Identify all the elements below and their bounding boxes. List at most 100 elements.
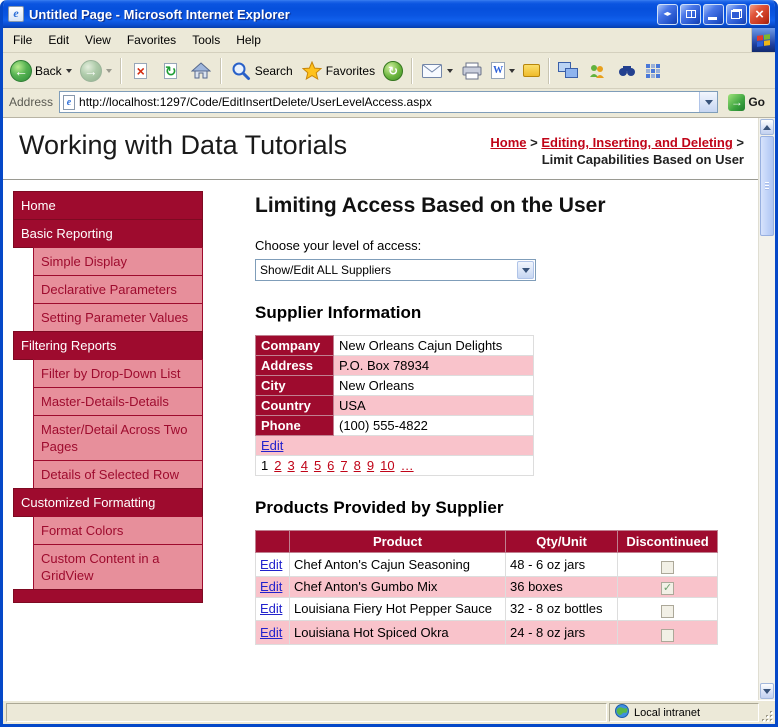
resize-grip[interactable]: [761, 710, 774, 723]
window-controls: ◂▸ ×: [657, 3, 770, 25]
supplier-edit-link[interactable]: Edit: [261, 438, 283, 453]
product-row: Edit Chef Anton's Gumbo Mix 36 boxes ✓: [255, 575, 718, 598]
window-panes-button[interactable]: [680, 3, 701, 25]
pager-page-9[interactable]: 9: [367, 458, 374, 473]
breadcrumb-separator: >: [736, 135, 744, 150]
status-pane: [6, 703, 607, 722]
pager-page-3[interactable]: 3: [287, 458, 294, 473]
sidebar-item-simple-display[interactable]: Simple Display: [33, 247, 203, 276]
monitors-button[interactable]: [554, 56, 582, 86]
forward-dropdown-chevron[interactable]: [105, 68, 112, 73]
discontinued-checkbox[interactable]: [661, 605, 674, 618]
discontinued-checkbox[interactable]: ✓: [661, 581, 674, 595]
breadcrumb-link-home[interactable]: Home: [490, 135, 526, 150]
pager-page-8[interactable]: 8: [354, 458, 361, 473]
sidebar-item-partial[interactable]: [13, 589, 203, 603]
product-edit-link[interactable]: Edit: [260, 601, 282, 616]
mail-button[interactable]: [417, 56, 457, 86]
menu-tools[interactable]: Tools: [184, 30, 228, 50]
product-edit-link[interactable]: Edit: [260, 625, 282, 640]
toolbar-separator: [219, 57, 222, 84]
products-table: Product Qty/Unit Discontinued Edit Chef …: [255, 530, 718, 645]
scroll-down-button[interactable]: [760, 683, 774, 699]
sidebar-item-master-details-details[interactable]: Master-Details-Details: [33, 387, 203, 416]
column-header-edit: [255, 530, 290, 553]
pager-page-10[interactable]: 10: [380, 458, 394, 473]
access-level-select[interactable]: Show/Edit ALL Suppliers: [255, 259, 536, 281]
edit-cell: Edit: [255, 552, 290, 577]
sidebar-item-customized-formatting[interactable]: Customized Formatting: [13, 488, 203, 517]
refresh-button[interactable]: ↻: [156, 56, 186, 86]
go-button[interactable]: → Go: [722, 93, 771, 112]
sidebar-item-details-of-selected-row[interactable]: Details of Selected Row: [33, 460, 203, 489]
monitor-swap-button[interactable]: ◂▸: [657, 3, 678, 25]
sidebar-item-custom-content-gridview[interactable]: Custom Content in a GridView: [33, 544, 203, 590]
product-name-cell: Chef Anton's Gumbo Mix: [289, 575, 506, 598]
pager-page-5[interactable]: 5: [314, 458, 321, 473]
messenger-button[interactable]: [582, 56, 612, 86]
pager-page-6[interactable]: 6: [327, 458, 334, 473]
discontinued-cell: [617, 596, 718, 621]
product-edit-link[interactable]: Edit: [260, 579, 282, 594]
pager-page-7[interactable]: 7: [340, 458, 347, 473]
forward-button[interactable]: →: [76, 56, 116, 86]
minimize-button[interactable]: [703, 3, 724, 25]
page-favicon: e: [63, 94, 76, 110]
sidebar-item-declarative-parameters[interactable]: Declarative Parameters: [33, 275, 203, 304]
back-button[interactable]: ← Back: [6, 56, 76, 86]
search-button[interactable]: Search: [226, 56, 297, 86]
close-button[interactable]: ×: [749, 3, 770, 25]
sidebar-item-format-colors[interactable]: Format Colors: [33, 516, 203, 545]
zone-pane: Local intranet: [609, 703, 759, 722]
history-button[interactable]: ↻: [379, 56, 407, 86]
breadcrumb-link-editing[interactable]: Editing, Inserting, and Deleting: [541, 135, 732, 150]
field-label-cell: City: [255, 375, 334, 396]
pager-page-4[interactable]: 4: [301, 458, 308, 473]
print-button[interactable]: [457, 56, 487, 86]
menu-file[interactable]: File: [5, 30, 40, 50]
vertical-scrollbar[interactable]: [758, 118, 775, 700]
sidebar-item-setting-parameter-values[interactable]: Setting Parameter Values: [33, 303, 203, 332]
edit-dropdown-chevron[interactable]: [509, 68, 516, 73]
sidebar-item-master-detail-across-two-pages[interactable]: Master/Detail Across Two Pages: [33, 415, 203, 461]
binoculars-icon: [616, 60, 638, 82]
column-header-qty: Qty/Unit: [505, 530, 618, 553]
sidebar-item-home[interactable]: Home: [13, 191, 203, 220]
product-edit-link[interactable]: Edit: [260, 557, 282, 572]
grid-icon: [646, 63, 661, 78]
discontinued-cell: [617, 620, 718, 645]
menu-favorites[interactable]: Favorites: [119, 30, 184, 50]
tiles-button[interactable]: [642, 56, 664, 86]
table-row: Country USA: [255, 395, 534, 416]
stop-button[interactable]: ×: [126, 56, 156, 86]
window-title: Untitled Page - Microsoft Internet Explo…: [29, 6, 290, 22]
qty-cell: 24 - 8 oz jars: [505, 620, 618, 645]
sidebar-item-filtering-reports[interactable]: Filtering Reports: [13, 331, 203, 360]
select-dropdown-button[interactable]: [517, 261, 534, 279]
address-dropdown-button[interactable]: [699, 92, 718, 112]
chevron-down-icon: [521, 267, 530, 273]
menu-edit[interactable]: Edit: [40, 30, 77, 50]
discontinued-checkbox[interactable]: [661, 628, 674, 642]
pager-ellipsis[interactable]: …: [401, 458, 414, 473]
address-input[interactable]: e http://localhost:1297/Code/EditInsertD…: [59, 91, 719, 113]
scroll-up-button[interactable]: [760, 119, 774, 135]
pager-page-2[interactable]: 2: [274, 458, 281, 473]
edit-with-word-button[interactable]: W: [487, 56, 519, 86]
discuss-button[interactable]: [519, 56, 544, 86]
mail-dropdown-chevron[interactable]: [447, 68, 454, 73]
back-dropdown-chevron[interactable]: [65, 68, 72, 73]
scroll-track[interactable]: [760, 136, 774, 682]
scroll-thumb[interactable]: [760, 136, 774, 236]
sidebar-item-filter-by-dropdown-list[interactable]: Filter by Drop-Down List: [33, 359, 203, 388]
menu-view[interactable]: View: [77, 30, 119, 50]
home-button[interactable]: [186, 56, 216, 86]
sidebar-nav: Home Basic Reporting Simple Display Decl…: [13, 191, 203, 603]
research-button[interactable]: [612, 56, 642, 86]
restore-button[interactable]: [726, 3, 747, 25]
sidebar-item-basic-reporting[interactable]: Basic Reporting: [13, 219, 203, 248]
favorites-button[interactable]: Favorites: [297, 56, 379, 86]
discontinued-checkbox[interactable]: [661, 560, 674, 574]
menu-help[interactable]: Help: [228, 30, 269, 50]
site-header: Working with Data Tutorials Home > Editi…: [3, 118, 758, 180]
